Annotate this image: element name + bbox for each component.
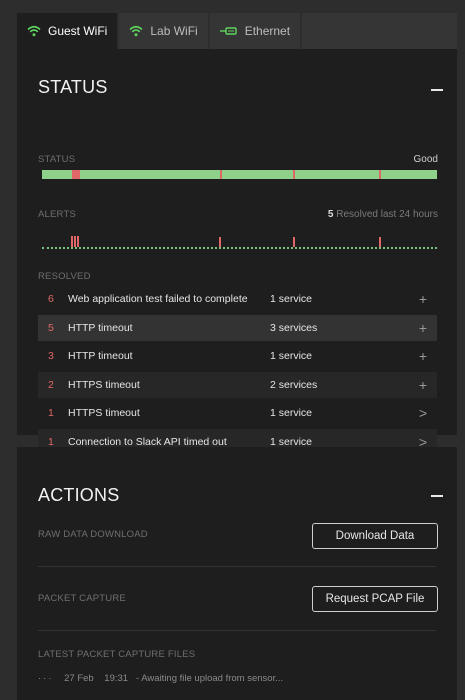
- collapse-actions-button[interactable]: [431, 495, 443, 497]
- divider: [38, 566, 436, 567]
- status-label: STATUS: [38, 154, 76, 165]
- tab-label: Lab WiFi: [150, 24, 198, 38]
- alerts-sparkline: [42, 247, 437, 249]
- alert-services: 2 services: [270, 378, 318, 391]
- alerts-summary-text: Resolved last 24 hours: [336, 209, 438, 220]
- tab-label: Guest WiFi: [48, 24, 108, 38]
- wifi-icon: [27, 25, 41, 37]
- actions-title: ACTIONS: [38, 485, 120, 505]
- alert-description: HTTPS timeout: [68, 378, 140, 391]
- alert-count: 1: [48, 435, 54, 448]
- tab-label: Ethernet: [244, 24, 291, 38]
- alert-description: Connection to Slack API timed out: [68, 435, 227, 448]
- alert-services: 1 service: [270, 293, 313, 305]
- actions-panel: ACTIONS RAW DATA DOWNLOAD Download Data …: [17, 447, 457, 700]
- table-row[interactable]: 3 HTTP timeout 1 service +: [38, 343, 437, 369]
- tab-ethernet[interactable]: Ethernet: [209, 13, 301, 49]
- packet-capture-label: PACKET CAPTURE: [38, 593, 126, 604]
- alert-description: Web application test failed to complete: [68, 293, 248, 305]
- status-panel: STATUS STATUS Good ALERTS 5 Resolved las…: [17, 49, 457, 455]
- resolved-label: RESOLVED: [38, 271, 91, 282]
- divider: [38, 630, 436, 631]
- collapse-status-button[interactable]: [431, 89, 443, 91]
- alert-count: 1: [48, 407, 54, 419]
- status-bar-alert-mark: [220, 170, 222, 179]
- alert-count: 2: [48, 378, 54, 391]
- alert-description: HTTPS timeout: [68, 407, 140, 419]
- tab-bar-filler: [302, 13, 457, 49]
- status-value: Good: [413, 154, 438, 165]
- expand-row-icon[interactable]: +: [409, 377, 437, 393]
- capture-time: 19:31: [104, 673, 129, 684]
- alert-count: 3: [48, 350, 54, 362]
- wifi-icon: [129, 25, 143, 37]
- alert-services: 1 service: [270, 350, 313, 362]
- table-row[interactable]: 6 Web application test failed to complet…: [38, 286, 437, 312]
- alerts-label: ALERTS: [38, 209, 76, 220]
- alert-services: 1 service: [270, 435, 313, 448]
- alerts-count: 5: [327, 209, 334, 220]
- expand-row-icon[interactable]: +: [409, 291, 437, 307]
- expand-row-icon[interactable]: +: [409, 348, 437, 364]
- resolved-alerts-table: 6 Web application test failed to complet…: [38, 286, 437, 457]
- alert-description: HTTP timeout: [68, 321, 133, 334]
- alert-tick: [77, 236, 79, 247]
- more-icon[interactable]: ···: [38, 673, 54, 684]
- alert-count: 5: [48, 321, 54, 334]
- alert-tick: [379, 237, 381, 247]
- status-timeline-bar: [42, 170, 437, 179]
- capture-date: 27 Feb: [64, 673, 94, 684]
- status-bar-alert-mark: [379, 170, 381, 179]
- ethernet-icon: [219, 27, 237, 35]
- capture-status: - Awaiting file upload from sensor...: [135, 673, 284, 684]
- status-title: STATUS: [38, 77, 108, 97]
- table-row[interactable]: 2 HTTPS timeout 2 services +: [38, 371, 437, 398]
- chevron-right-icon[interactable]: >: [409, 405, 437, 421]
- expand-row-icon[interactable]: +: [409, 320, 437, 336]
- alert-services: 3 services: [270, 321, 318, 334]
- alert-count: 6: [48, 293, 54, 305]
- table-row[interactable]: 1 HTTPS timeout 1 service >: [38, 400, 437, 426]
- capture-file-row: ··· 27 Feb 19:31 - Awaiting file upload …: [38, 673, 283, 684]
- network-tabs: Guest WiFi Lab WiFi Ethernet: [17, 13, 457, 49]
- alert-tick: [219, 237, 221, 247]
- latest-files-label: LATEST PACKET CAPTURE FILES: [38, 649, 196, 660]
- download-data-button[interactable]: Download Data: [312, 523, 438, 549]
- alert-tick: [71, 236, 73, 247]
- alert-tick: [74, 236, 76, 247]
- raw-data-label: RAW DATA DOWNLOAD: [38, 529, 148, 540]
- alert-tick: [293, 237, 295, 247]
- request-pcap-button[interactable]: Request PCAP File: [312, 586, 438, 612]
- table-row[interactable]: 5 HTTP timeout 3 services +: [38, 314, 437, 341]
- alerts-summary: 5 Resolved last 24 hours: [328, 209, 438, 220]
- alert-services: 1 service: [270, 407, 313, 419]
- status-bar-alert-mark: [72, 170, 80, 179]
- network-status-widget: Guest WiFi Lab WiFi Ethernet STATUS STAT…: [17, 13, 457, 700]
- tab-guest-wifi[interactable]: Guest WiFi: [17, 13, 118, 49]
- status-bar-alert-mark: [293, 170, 295, 179]
- tab-lab-wifi[interactable]: Lab WiFi: [119, 13, 208, 49]
- alert-description: HTTP timeout: [68, 350, 133, 362]
